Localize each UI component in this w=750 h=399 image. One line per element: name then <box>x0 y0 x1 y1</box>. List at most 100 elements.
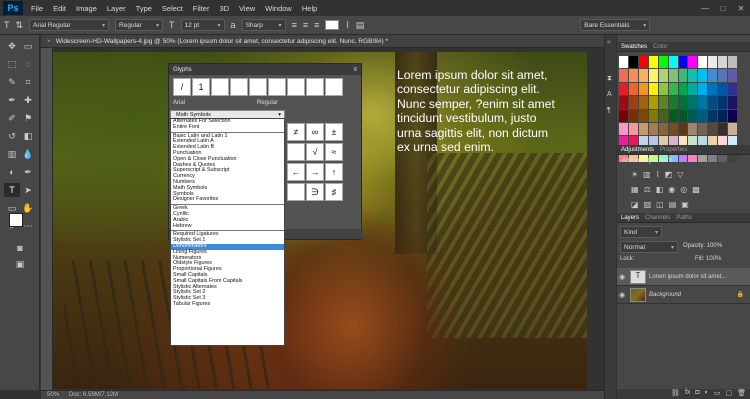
color-swatch[interactable] <box>648 56 658 69</box>
curves-icon[interactable]: ⌇ <box>656 170 660 179</box>
posterize-icon[interactable]: ▨ <box>644 200 652 209</box>
link-layers-icon[interactable]: ⛓ <box>671 389 680 399</box>
recent-glyph-empty[interactable] <box>306 78 324 96</box>
color-swatch[interactable] <box>668 109 678 122</box>
dropdown-option[interactable]: Tabular Figures <box>171 301 284 308</box>
antialias-select[interactable]: Sharp <box>241 19 286 31</box>
color-swatch[interactable] <box>678 109 688 122</box>
menu-window[interactable]: Window <box>260 4 297 13</box>
color-swatch[interactable] <box>688 56 698 69</box>
color-swatch[interactable] <box>698 96 708 109</box>
tab-paths[interactable]: Paths <box>676 215 691 221</box>
artboard-tool-icon[interactable]: ▭ <box>20 39 36 53</box>
align-center-icon[interactable]: ≡ <box>303 20 308 30</box>
black-white-icon[interactable]: ◧ <box>656 185 664 194</box>
history-panel-icon[interactable]: ⧗ <box>607 75 612 83</box>
glyph-cell[interactable]: ∋ <box>306 183 324 201</box>
color-swatch[interactable] <box>698 82 708 96</box>
color-swatch[interactable] <box>708 109 718 122</box>
color-swatch[interactable] <box>718 56 728 69</box>
color-swatch[interactable] <box>648 122 658 136</box>
photo-filter-icon[interactable]: ◉ <box>668 185 675 194</box>
tab-adjustments[interactable]: Adjustments <box>621 147 654 153</box>
text-color-swatch[interactable] <box>325 20 340 30</box>
recent-glyph-empty[interactable] <box>249 78 267 96</box>
new-adjustment-icon[interactable]: ◐ <box>705 389 709 399</box>
expand-panels-icon[interactable]: « <box>607 39 611 46</box>
color-swatch[interactable] <box>668 96 678 109</box>
dodge-tool-icon[interactable]: ◐ <box>4 165 20 179</box>
menu-select[interactable]: Select <box>157 4 188 13</box>
align-right-icon[interactable]: ≡ <box>314 20 319 30</box>
color-swatch[interactable] <box>698 122 708 136</box>
character-panel-icon[interactable]: ▤ <box>356 20 365 31</box>
character-panel-icon[interactable]: A <box>607 91 612 98</box>
channel-mixer-icon[interactable]: ◎ <box>680 185 687 194</box>
pen-tool-icon[interactable]: ✒ <box>20 165 36 179</box>
gradient-tool-icon[interactable]: ▥ <box>4 147 20 161</box>
color-swatch[interactable] <box>708 56 718 69</box>
color-swatch[interactable] <box>628 122 638 136</box>
fill-value[interactable]: 100% <box>706 256 721 262</box>
hue-saturation-icon[interactable]: ▦ <box>631 185 639 194</box>
menu-file[interactable]: File <box>26 4 48 13</box>
recent-glyph-empty[interactable] <box>287 78 305 96</box>
eraser-tool-icon[interactable]: ◧ <box>20 129 36 143</box>
color-swatch[interactable] <box>698 109 708 122</box>
color-swatch[interactable] <box>678 96 688 109</box>
opacity-value[interactable]: 100% <box>707 243 722 249</box>
color-swatch[interactable] <box>678 69 688 82</box>
color-swatch[interactable] <box>638 96 648 109</box>
color-swatch[interactable] <box>638 109 648 122</box>
color-swatch[interactable] <box>628 109 638 122</box>
healing-tool-icon[interactable]: ✚ <box>20 93 36 107</box>
color-swatch[interactable] <box>628 82 638 96</box>
visibility-eye-icon[interactable]: ◉ <box>617 273 627 281</box>
brush-tool-icon[interactable]: ✐ <box>4 111 20 125</box>
color-swatch[interactable] <box>658 82 668 96</box>
color-swatch[interactable] <box>678 82 688 96</box>
color-swatch[interactable] <box>658 56 668 69</box>
vibrance-icon[interactable]: ▽ <box>677 170 683 179</box>
maximize-button[interactable]: □ <box>714 4 732 13</box>
minimize-button[interactable]: — <box>696 4 714 13</box>
layer-filter-select[interactable]: Kind <box>620 226 662 238</box>
glyph-cell[interactable]: → <box>306 163 324 181</box>
stamp-tool-icon[interactable]: ⚑ <box>20 111 36 125</box>
eyedropper-tool-icon[interactable]: ✒ <box>4 93 20 107</box>
color-swatch[interactable] <box>628 69 638 82</box>
menu-image[interactable]: Image <box>71 4 102 13</box>
color-swatch[interactable] <box>698 69 708 82</box>
toggle-orientation-icon[interactable]: ⇅ <box>16 20 24 31</box>
color-swatch[interactable] <box>728 69 737 82</box>
color-swatch[interactable] <box>638 122 648 136</box>
opacity-control[interactable]: Opacity: 100% <box>683 243 722 249</box>
recent-glyph-empty[interactable] <box>211 78 229 96</box>
color-swatch[interactable] <box>718 69 728 82</box>
color-swatch[interactable] <box>658 96 668 109</box>
dropdown-option[interactable]: Designer Favorites <box>171 197 284 203</box>
color-swatch[interactable] <box>718 109 728 122</box>
panel-menu-icon[interactable]: ≡ <box>353 67 357 73</box>
new-group-icon[interactable]: ▭ <box>714 389 721 399</box>
color-swatch[interactable] <box>688 109 698 122</box>
dropdown-option[interactable]: Entire Font <box>171 124 284 131</box>
color-swatch[interactable] <box>728 56 737 69</box>
paragraph-panel-icon[interactable]: ¶ <box>607 107 611 114</box>
tab-layers[interactable]: Layers <box>621 215 639 221</box>
recent-glyph[interactable]: 1 <box>192 78 210 96</box>
menu-3d[interactable]: 3D <box>214 4 234 13</box>
recent-glyph[interactable]: / <box>173 78 191 96</box>
lasso-tool-icon[interactable]: ◌ <box>20 57 36 71</box>
color-swatch[interactable] <box>619 96 628 109</box>
crop-tool-icon[interactable]: ⌗ <box>20 75 36 89</box>
color-swatch[interactable] <box>708 69 718 82</box>
layer-style-icon[interactable]: fx <box>685 389 690 399</box>
color-swatch[interactable] <box>678 56 688 69</box>
workspace-select[interactable]: Bare Essentials <box>580 19 651 31</box>
tab-channels[interactable]: Channels <box>645 215 670 221</box>
recent-glyph-empty[interactable] <box>325 78 343 96</box>
color-swatch[interactable] <box>728 82 737 96</box>
brightness-icon[interactable]: ☀ <box>631 170 638 179</box>
menu-view[interactable]: View <box>234 4 260 13</box>
